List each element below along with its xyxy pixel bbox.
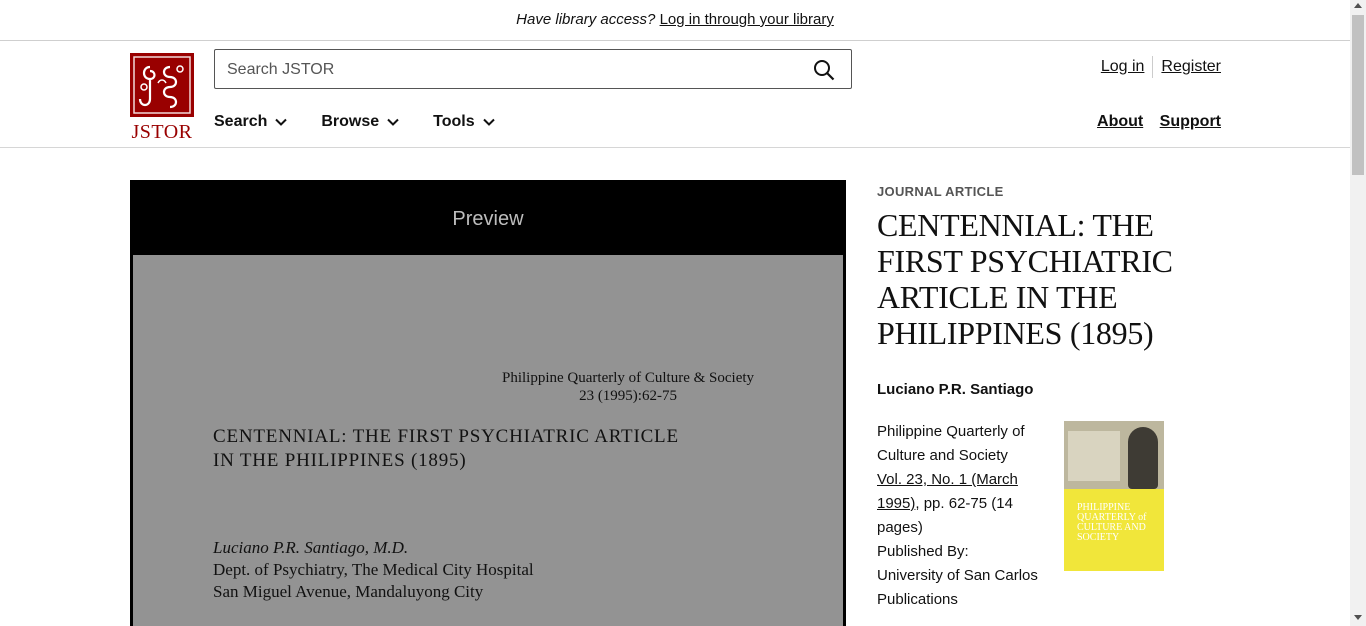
library-access-banner: Have library access? Log in through your… <box>0 0 1350 41</box>
nav-tools-label: Tools <box>433 113 475 130</box>
chevron-down-icon <box>387 118 399 126</box>
cover-photo <box>1064 421 1164 489</box>
library-login-link[interactable]: Log in through your library <box>660 11 834 28</box>
jstor-logo-mark <box>130 53 194 117</box>
publisher-name: University of San Carlos Publications <box>877 567 1038 608</box>
scroll-down-arrow-icon[interactable] <box>1354 615 1362 620</box>
about-link[interactable]: About <box>1097 113 1143 130</box>
preview-journal-line1: Philippine Quarterly of Culture & Societ… <box>502 370 755 386</box>
article-info: JOURNAL ARTICLE CENTENNIAL: THE FIRST PS… <box>877 180 1187 608</box>
chevron-down-icon <box>482 118 495 126</box>
support-link[interactable]: Support <box>1160 113 1221 130</box>
nav-browse[interactable]: Browse <box>321 113 399 131</box>
article-type: JOURNAL ARTICLE <box>877 184 1004 199</box>
preview-affiliation-2: San Miguel Avenue, Mandaluyong City <box>213 582 484 601</box>
journal-cover-image[interactable]: PHILIPPINE QUARTERLY of CULTURE AND SOCI… <box>1064 421 1164 571</box>
main-nav: Search Browse Tools <box>214 113 529 131</box>
jstor-logo[interactable]: JSTOR <box>130 53 194 145</box>
preview-author: Luciano P.R. Santiago, M.D. <box>213 538 409 557</box>
preview-article-title: CENTENNIAL: THE FIRST PSYCHIATRIC ARTICL… <box>213 425 679 473</box>
preview-title-line1: CENTENNIAL: THE FIRST PSYCHIATRIC ARTICL… <box>213 426 679 447</box>
preview-journal-line2: 23 (1995):62-75 <box>579 388 677 404</box>
preview-page: Philippine Quarterly of Culture & Societ… <box>133 255 843 626</box>
nav-search[interactable]: Search <box>214 113 288 131</box>
cover-title: PHILIPPINE QUARTERLY of CULTURE AND SOCI… <box>1077 502 1147 543</box>
search-input[interactable] <box>215 50 809 90</box>
nav-browse-label: Browse <box>321 113 380 130</box>
search-icon[interactable] <box>813 59 835 81</box>
divider <box>1152 56 1154 78</box>
article-title: CENTENNIAL: THE FIRST PSYCHIATRIC ARTICL… <box>877 207 1173 351</box>
nav-tools[interactable]: Tools <box>433 113 495 131</box>
search-box <box>214 49 852 90</box>
nav-search-label: Search <box>214 113 268 130</box>
published-by-label: Published By: <box>877 543 969 560</box>
page-scrollbar[interactable] <box>1350 0 1366 626</box>
scroll-up-arrow-icon[interactable] <box>1354 3 1362 8</box>
login-link[interactable]: Log in <box>1101 58 1145 76</box>
preview-title: Preview <box>452 208 524 230</box>
preview-affiliation-1: Dept. of Psychiatry, The Medical City Ho… <box>213 560 534 579</box>
chevron-down-icon <box>275 118 288 126</box>
site-header: JSTOR Search Browse Tools Log in Registe… <box>0 41 1350 148</box>
library-access-question: Have library access? <box>516 11 656 28</box>
preview-journal: Philippine Quarterly of Culture & Societ… <box>502 369 754 405</box>
article-preview: Preview Philippine Quarterly of Culture … <box>130 180 846 626</box>
preview-author-block: Luciano P.R. Santiago, M.D. Dept. of Psy… <box>213 537 534 603</box>
register-link[interactable]: Register <box>1161 58 1221 76</box>
scrollbar-thumb[interactable] <box>1352 15 1364 175</box>
article-metadata: Philippine Quarterly of Culture and Soci… <box>877 420 1047 612</box>
account-links: Log in Register <box>1101 56 1221 78</box>
jstor-logo-text: JSTOR <box>131 121 193 143</box>
preview-title-line2: IN THE PHILIPPINES (1895) <box>213 450 467 471</box>
secondary-links: About Support <box>1085 113 1221 131</box>
article-author[interactable]: Luciano P.R. Santiago <box>877 381 1187 398</box>
journal-name: Philippine Quarterly of Culture and Soci… <box>877 423 1025 464</box>
